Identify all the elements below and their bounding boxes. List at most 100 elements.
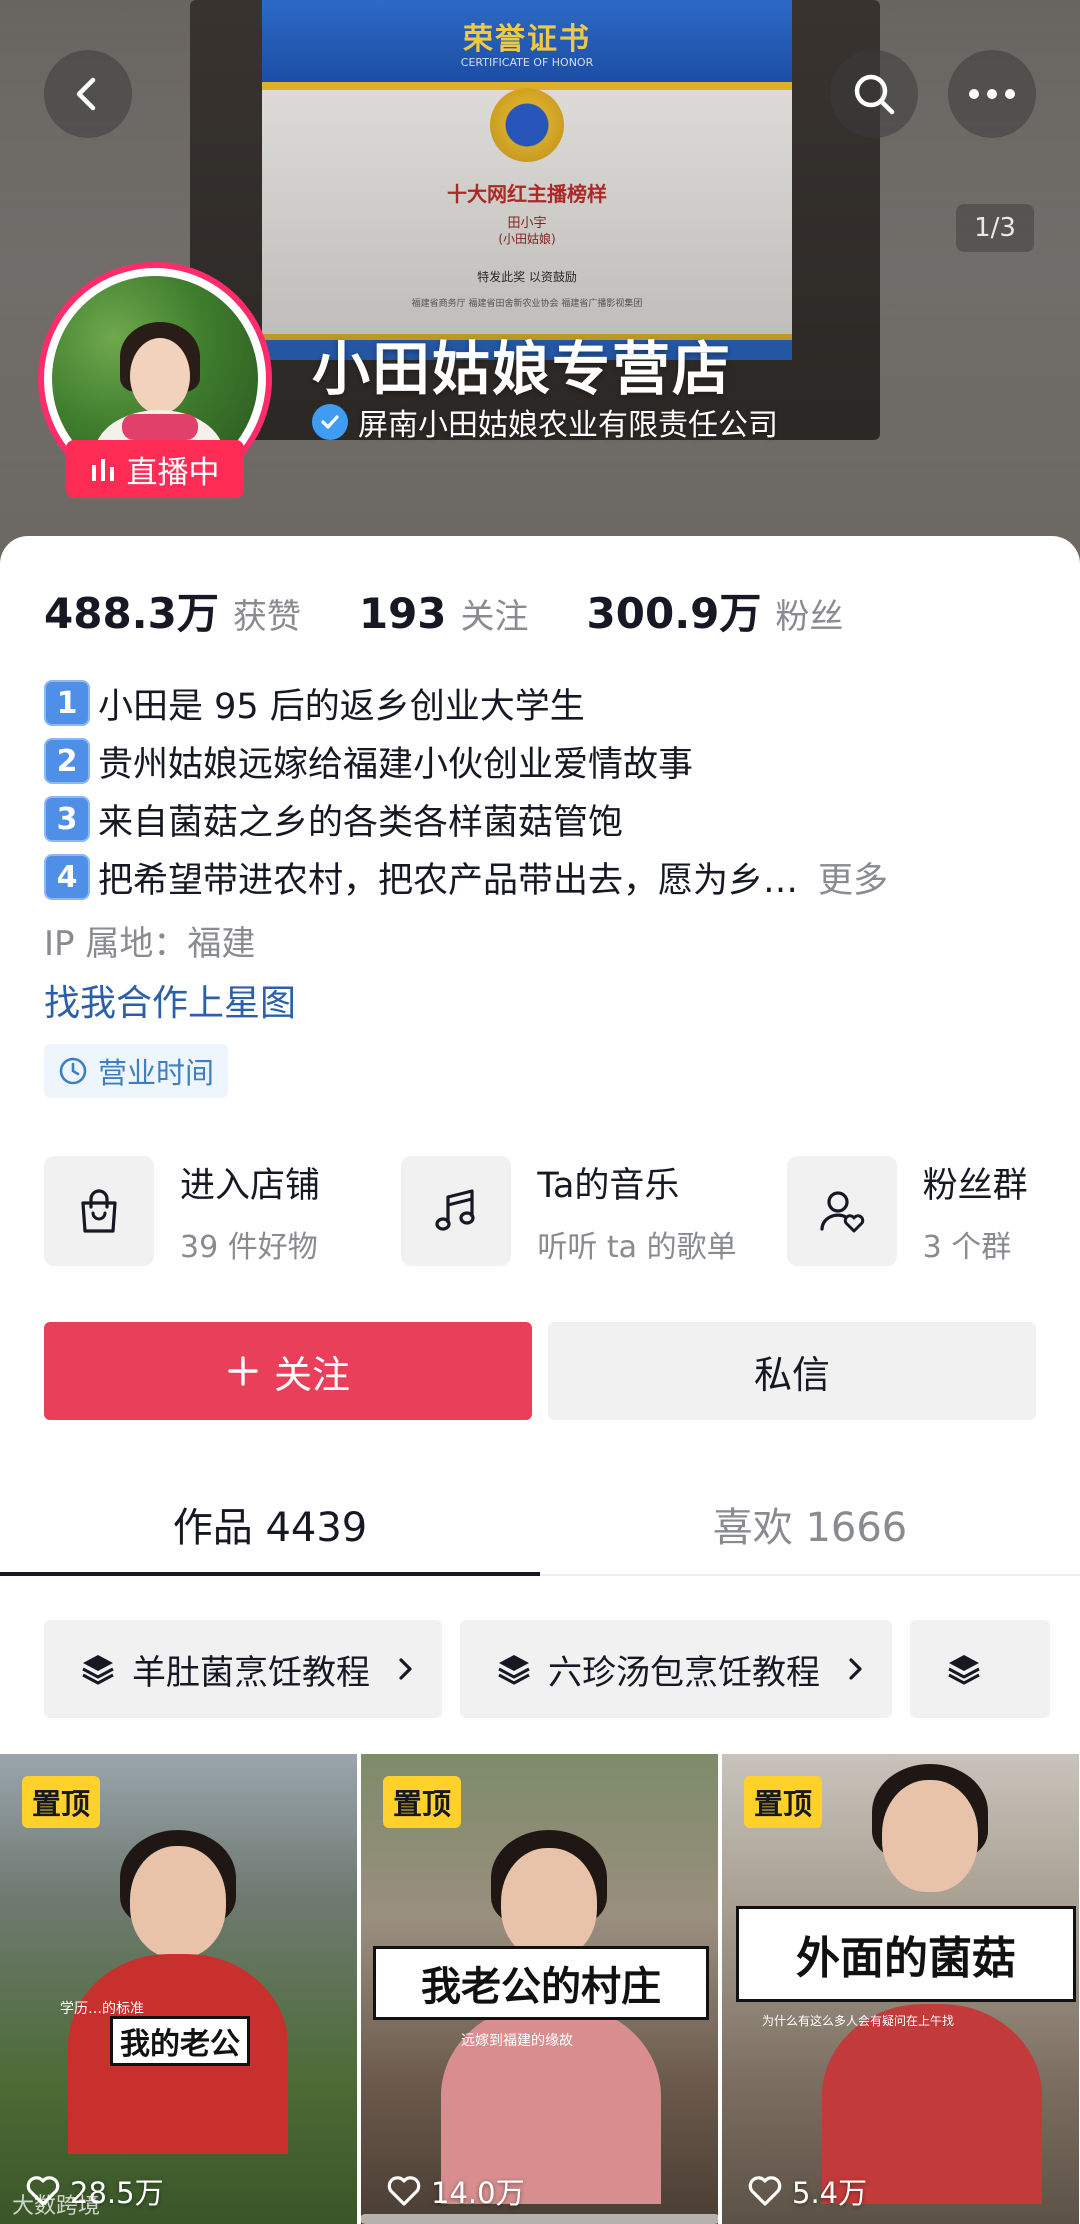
certificate-image: 荣誉证书 CERTIFICATE OF HONOR 十大网红主播榜样 田小宇 (… <box>262 0 792 360</box>
video-likes: 5.4万 <box>748 2170 867 2212</box>
layers-icon <box>948 1655 980 1685</box>
content-tabs: 作品 4439 喜欢 1666 <box>0 1474 1080 1576</box>
message-button[interactable]: 私信 <box>548 1322 1036 1420</box>
video-thumbnail[interactable]: 置顶 外面的菌菇 为什么有这么多人会有疑问在上午找 5.4万 <box>722 1754 1079 2224</box>
stat-following[interactable]: 193 关注 <box>359 589 529 638</box>
stat-label: 粉丝 <box>775 597 844 637</box>
entry-title: 进入店铺 <box>180 1165 321 1206</box>
heart-icon <box>748 2176 782 2206</box>
entry-fan-group[interactable]: 粉丝群 3 个群 <box>786 1156 1080 1266</box>
banner-page-indicator: 1/3 <box>956 204 1034 252</box>
video-likes: 14.0万 <box>387 2170 525 2212</box>
entry-music[interactable]: Ta的音乐 听听 ta 的歌单 <box>401 1156 752 1266</box>
home-indicator[interactable] <box>360 2214 720 2224</box>
number-badge-icon: 2 <box>44 738 90 784</box>
bio-text: 把希望带进农村，把农产品带出去，愿为乡… <box>98 860 799 901</box>
live-badge[interactable]: 直播中 <box>66 440 244 498</box>
bio-line: 3 来自菌菇之乡的各类各样菌菇管饱 <box>44 790 1044 848</box>
entry-row: 进入店铺 39 件好物 Ta的音乐 听听 ta 的歌单 粉丝群 3 个群 <box>44 1156 1080 1266</box>
number-badge-icon: 3 <box>44 796 90 842</box>
entry-text: Ta的音乐 听听 ta 的歌单 <box>537 1157 736 1266</box>
likes-count: 14.0万 <box>431 2176 525 2210</box>
video-subtitle: 学历…的标准 <box>60 2001 144 2017</box>
certificate-issuers: 福建省商务厅 福建省田舍新农业协会 福建省广播影视集团 <box>411 299 643 309</box>
business-hours-button[interactable]: 营业时间 <box>44 1044 229 1098</box>
bio-line: 1 小田是 95 后的返乡创业大学生 <box>44 674 1044 732</box>
thumbnail-figure <box>130 1846 226 1958</box>
chevron-right-icon <box>849 1658 862 1680</box>
video-thumbnail[interactable]: 置顶 学历…的标准 我的老公 28.5万 大数跨境 <box>0 1754 357 2224</box>
number-badge-icon: 1 <box>44 680 90 726</box>
collection-row: 羊肚菌烹饪教程 六珍汤包烹饪教程 <box>44 1620 1080 1718</box>
layers-icon <box>498 1655 530 1685</box>
certificate-subtitle: CERTIFICATE OF HONOR <box>460 56 594 69</box>
stat-label: 关注 <box>460 597 529 637</box>
thumbnail-figure <box>882 1780 978 1892</box>
certificate-recipient: 田小宇 <box>507 216 547 231</box>
layers-icon <box>82 1655 114 1685</box>
pinned-badge: 置顶 <box>383 1776 462 1828</box>
bio-text: 小田是 95 后的返乡创业大学生 <box>98 686 585 727</box>
likes-count: 5.4万 <box>792 2176 868 2210</box>
company-verification[interactable]: 屏南小田姑娘农业有限责任公司 <box>312 400 778 444</box>
collection-label: 六珍汤包烹饪教程 <box>548 1652 820 1693</box>
back-button[interactable] <box>44 50 132 138</box>
certificate-award: 十大网红主播榜样 <box>447 182 607 206</box>
tab-works[interactable]: 作品 4439 <box>0 1474 540 1576</box>
thumbnail-figure <box>501 1848 597 1960</box>
entry-subtitle: 听听 ta 的歌单 <box>537 1229 737 1265</box>
stat-value: 488.3万 <box>44 589 219 638</box>
entry-text: 粉丝群 3 个群 <box>923 1157 1028 1266</box>
verified-check-icon <box>312 404 348 440</box>
profile-card: 488.3万 获赞 193 关注 300.9万 粉丝 1 小田是 95 后的返乡… <box>0 536 1080 2224</box>
collection-label: 羊肚菌烹饪教程 <box>132 1652 370 1693</box>
certificate-header <box>262 0 792 90</box>
more-button[interactable] <box>948 50 1036 138</box>
stats-row: 488.3万 获赞 193 关注 300.9万 粉丝 <box>44 580 901 641</box>
message-label: 私信 <box>753 1352 830 1397</box>
bio-text: 贵州姑娘远嫁给福建小伙创业爱情故事 <box>98 744 694 785</box>
certificate-recipient-alias: (小田姑娘) <box>498 232 556 246</box>
entry-subtitle: 3 个群 <box>922 1229 1012 1265</box>
fan-group-icon <box>786 1156 897 1266</box>
watermark: 大数跨境 <box>12 2194 101 2219</box>
video-subtitle: 远嫁到福建的缘故 <box>461 2033 573 2049</box>
star-map-link[interactable]: 找我合作上星图 <box>44 974 296 1026</box>
clock-icon <box>59 1057 87 1085</box>
chevron-right-icon <box>399 1658 412 1680</box>
video-caption: 我老公的村庄 <box>373 1946 709 2020</box>
collection-chip[interactable] <box>910 1620 1050 1718</box>
certificate-note: 特发此奖 以资鼓励 <box>477 270 577 284</box>
stat-likes[interactable]: 488.3万 获赞 <box>44 580 301 641</box>
company-name: 屏南小田姑娘农业有限责任公司 <box>358 408 778 443</box>
video-subtitle: 为什么有这么多人会有疑问在上午找 <box>762 2014 955 2028</box>
collection-chip[interactable]: 羊肚菌烹饪教程 <box>44 1620 442 1718</box>
live-bars-icon <box>91 459 114 481</box>
bio-line: 2 贵州姑娘远嫁给福建小伙创业爱情故事 <box>44 732 1044 790</box>
entry-shop[interactable]: 进入店铺 39 件好物 <box>44 1156 367 1266</box>
certificate-medal <box>490 88 564 162</box>
video-caption: 我的老公 <box>110 2016 250 2066</box>
heart-icon <box>387 2176 421 2206</box>
entry-text: 进入店铺 39 件好物 <box>180 1157 320 1266</box>
music-note-icon <box>401 1156 512 1266</box>
follow-label: 关注 <box>273 1352 350 1397</box>
back-arrow-icon <box>76 77 96 111</box>
pinned-badge: 置顶 <box>744 1776 823 1828</box>
bio-more-link[interactable]: 更多 <box>818 852 888 903</box>
collection-chip[interactable]: 六珍汤包烹饪教程 <box>460 1620 892 1718</box>
live-label: 直播中 <box>126 454 220 491</box>
search-button[interactable] <box>830 50 918 138</box>
follow-button[interactable]: 关注 <box>44 1322 532 1420</box>
entry-subtitle: 39 件好物 <box>180 1229 318 1265</box>
ip-location: IP 属地：福建 <box>44 924 256 964</box>
search-icon <box>854 74 895 115</box>
stat-label: 获赞 <box>232 597 301 637</box>
video-caption: 外面的菌菇 <box>736 1906 1076 2002</box>
video-thumbnail[interactable]: 置顶 我老公的村庄 远嫁到福建的缘故 14.0万 <box>361 1754 718 2224</box>
bio[interactable]: 1 小田是 95 后的返乡创业大学生 2 贵州姑娘远嫁给福建小伙创业爱情故事 3… <box>44 674 1044 906</box>
tab-likes[interactable]: 喜欢 1666 <box>540 1474 1080 1574</box>
video-grid: 置顶 学历…的标准 我的老公 28.5万 大数跨境 置顶 我老公的村庄 远嫁到福… <box>0 1754 1080 2224</box>
more-dots-icon <box>969 89 1015 99</box>
stat-followers[interactable]: 300.9万 粉丝 <box>587 580 844 641</box>
